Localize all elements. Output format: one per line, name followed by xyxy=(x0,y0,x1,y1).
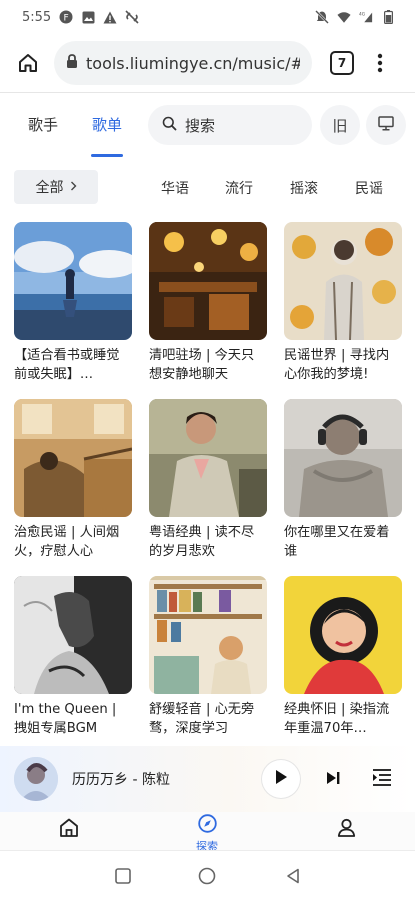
old-version-label: 旧 xyxy=(332,116,348,135)
playlist-cover xyxy=(284,222,402,340)
compass-icon xyxy=(197,814,217,837)
app-nav: 歌手 歌单 搜索 旧 xyxy=(0,96,415,158)
filter-rock[interactable]: 摇滚 xyxy=(290,178,318,198)
system-nav-bar xyxy=(0,850,415,900)
playlist-cover xyxy=(14,399,132,517)
now-playing-title: 历历万乡 - 陈粒 xyxy=(72,772,170,788)
signal-icon: 4G xyxy=(359,10,373,24)
system-home-icon[interactable] xyxy=(197,866,217,886)
playlist-cover xyxy=(149,576,267,694)
playlist-title: 【适合看书或睡觉前或失眠】… xyxy=(14,348,120,382)
tab-singers[interactable]: 歌手 xyxy=(24,114,62,135)
battery-icon xyxy=(381,10,395,24)
tab-playlists[interactable]: 歌单 xyxy=(88,114,126,157)
svg-text:4G: 4G xyxy=(359,11,366,17)
tab-switcher-button[interactable]: 7 xyxy=(330,51,354,75)
playlist-cover xyxy=(284,399,402,517)
queue-list-icon xyxy=(372,768,392,790)
playlist-card[interactable]: 粤语经典 | 读不尽的岁月悲欢 xyxy=(149,399,267,561)
playlist-title: 舒缓轻音 | 心无旁骛，深度学习 xyxy=(149,702,255,736)
nav-explore[interactable]: 探索 xyxy=(177,814,237,854)
category-filter: 全部 华语 流行 摇滚 民谣 xyxy=(0,168,415,206)
browser-toolbar: tools.liumingye.cn/music/#/e 7 xyxy=(0,36,415,90)
playlist-cover xyxy=(14,576,132,694)
f-app-icon: F xyxy=(59,10,73,24)
mini-player[interactable]: 历历万乡 - 陈粒 xyxy=(0,746,415,812)
bottom-nav: 探索 xyxy=(0,812,415,853)
address-bar[interactable]: tools.liumingye.cn/music/#/e xyxy=(54,41,312,85)
filter-pop[interactable]: 流行 xyxy=(225,178,253,198)
skip-next-icon xyxy=(325,770,341,789)
playlist-card[interactable]: 经典怀旧 | 染指流年重温70年… xyxy=(284,576,402,738)
playlist-cover xyxy=(149,222,267,340)
playlist-card[interactable]: 清吧驻场 | 今天只想安静地聊天 xyxy=(149,222,267,384)
chevron-right-icon xyxy=(70,179,77,195)
playlist-card[interactable]: 舒缓轻音 | 心无旁骛，深度学习 xyxy=(149,576,267,738)
browser-home-icon[interactable] xyxy=(14,49,42,77)
playlist-title: 清吧驻场 | 今天只想安静地聊天 xyxy=(149,348,255,382)
search-icon xyxy=(162,116,177,135)
filter-chinese[interactable]: 华语 xyxy=(161,178,189,198)
tab-count: 7 xyxy=(337,56,347,70)
monitor-icon xyxy=(378,115,394,135)
play-icon xyxy=(274,769,288,789)
old-version-button[interactable]: 旧 xyxy=(320,105,360,145)
filter-folk[interactable]: 民谣 xyxy=(355,178,383,198)
svg-text:F: F xyxy=(64,14,69,24)
browser-menu-icon[interactable] xyxy=(370,49,390,77)
back-icon[interactable] xyxy=(283,866,303,886)
playlist-cover xyxy=(149,399,267,517)
toolbar-divider xyxy=(0,92,415,93)
search-placeholder: 搜索 xyxy=(185,116,216,135)
wifi-icon xyxy=(337,10,351,24)
next-track-button[interactable] xyxy=(322,768,344,790)
playlist-cover xyxy=(14,222,132,340)
playlist-card[interactable]: I'm the Queen | 拽姐专属BGM xyxy=(14,576,132,738)
playlist-title: 治愈民谣 | 人间烟火，疗慰人心 xyxy=(14,525,120,559)
lock-icon xyxy=(66,53,78,73)
desktop-button[interactable] xyxy=(366,105,406,145)
search-input[interactable]: 搜索 xyxy=(148,105,312,145)
image-icon xyxy=(81,10,95,24)
playlist-title: I'm the Queen | 拽姐专属BGM xyxy=(14,702,117,736)
playlist-title: 经典怀旧 | 染指流年重温70年… xyxy=(284,702,390,736)
status-time: 5:55 xyxy=(22,9,52,25)
mute-icon xyxy=(315,10,329,24)
now-playing-cover xyxy=(14,757,58,801)
playlist-card[interactable]: 治愈民谣 | 人间烟火，疗慰人心 xyxy=(14,399,132,561)
user-icon xyxy=(337,818,356,841)
playlist-title: 粤语经典 | 读不尽的岁月悲欢 xyxy=(149,525,255,559)
playlist-title: 你在哪里又在爱着谁 xyxy=(284,525,390,559)
status-bar: 5:55 F 4G xyxy=(0,0,415,34)
filter-all-label: 全部 xyxy=(35,180,64,196)
playlist-title: 民谣世界 | 寻找内心你我的梦境! xyxy=(284,348,390,382)
nav-profile[interactable] xyxy=(316,818,376,841)
no-link-icon xyxy=(125,10,139,24)
playlist-card[interactable]: 你在哪里又在爱着谁 xyxy=(284,399,402,561)
filter-all-button[interactable]: 全部 xyxy=(14,170,98,204)
playlist-card[interactable]: 【适合看书或睡觉前或失眠】… xyxy=(14,222,132,384)
home-icon xyxy=(59,818,79,841)
playlist-cover xyxy=(284,576,402,694)
playlist-queue-button[interactable] xyxy=(370,767,394,791)
nav-home[interactable] xyxy=(39,818,99,841)
warning-icon xyxy=(103,10,117,24)
url-text: tools.liumingye.cn/music/#/e xyxy=(86,53,300,73)
playlist-card[interactable]: 民谣世界 | 寻找内心你我的梦境! xyxy=(284,222,402,384)
play-button[interactable] xyxy=(262,760,300,798)
recents-icon[interactable] xyxy=(113,866,133,886)
